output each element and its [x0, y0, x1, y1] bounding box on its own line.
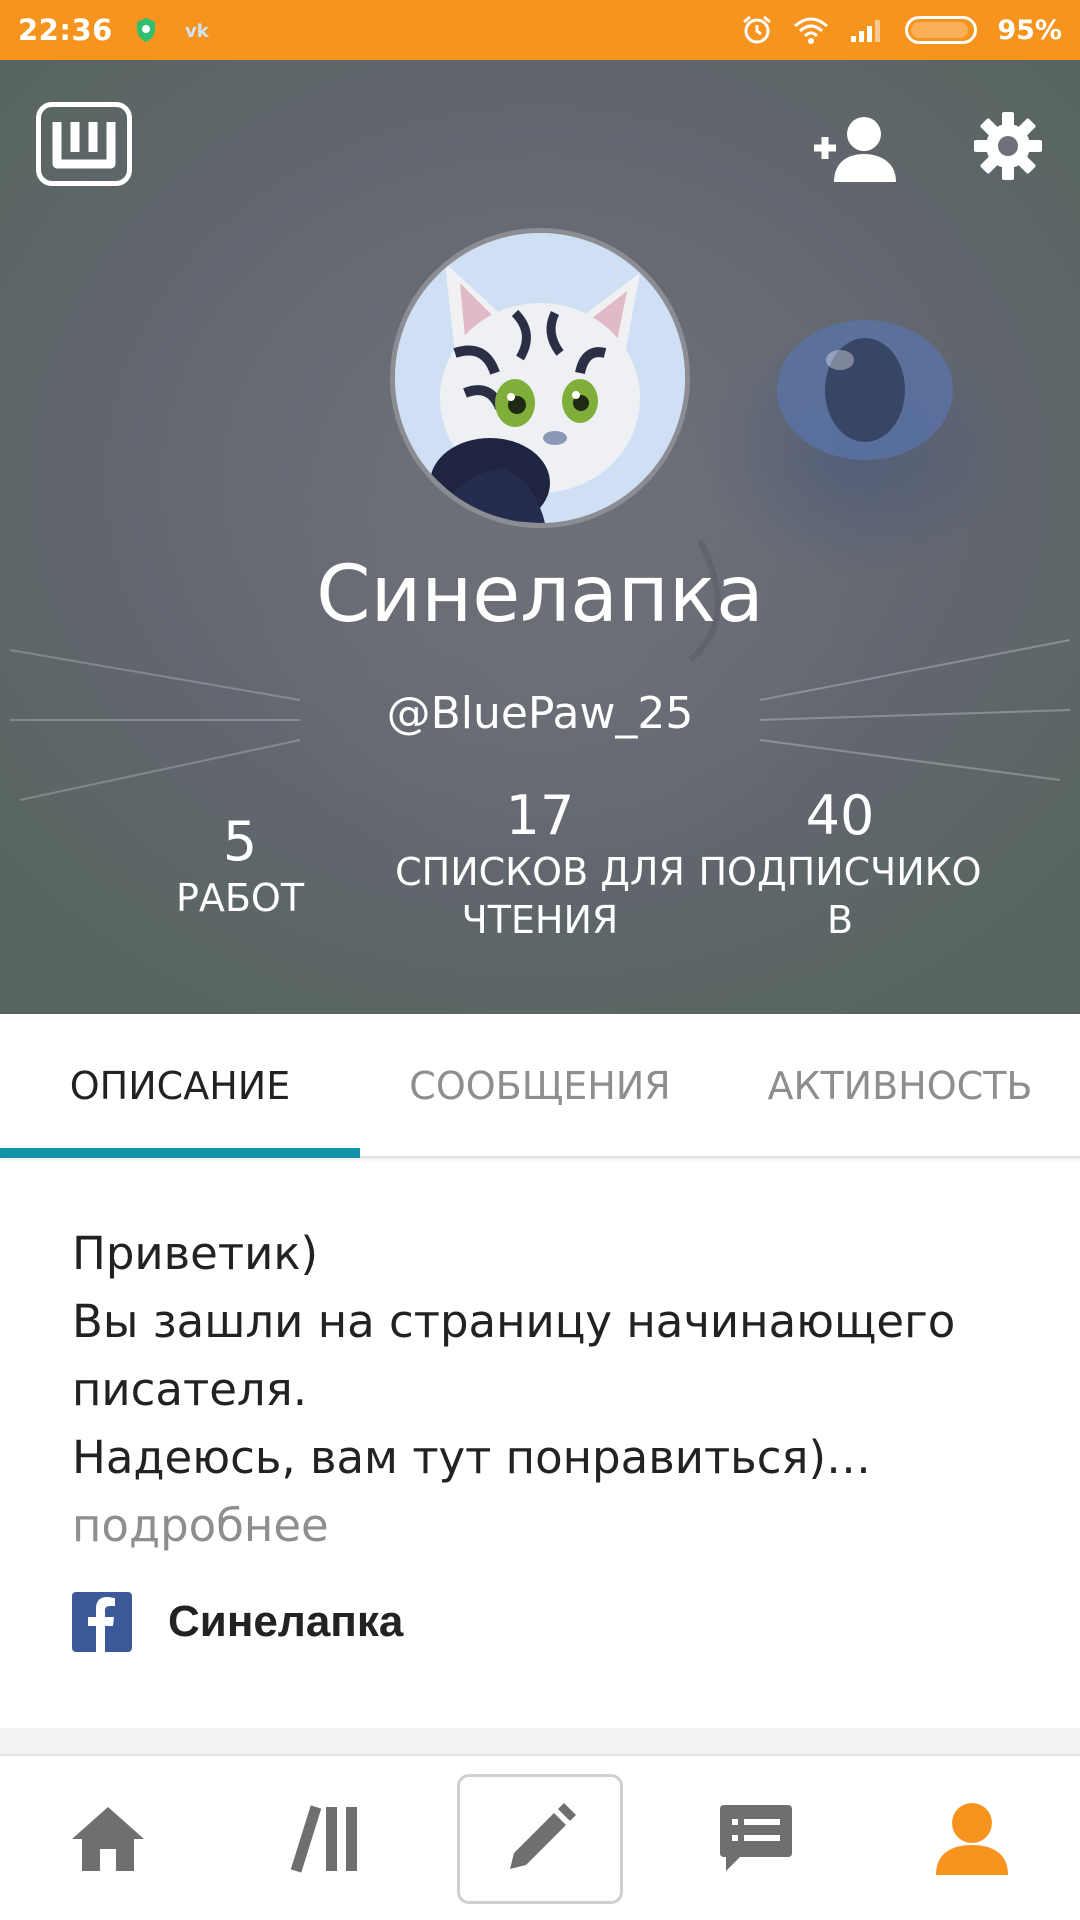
nav-home[interactable] [28, 1774, 188, 1904]
about-line: Надеюсь, вам тут понравиться)… [72, 1431, 872, 1484]
section-divider [0, 1728, 1080, 1754]
profile-stats: 5 РАБОТ 17 СПИСКОВ ДЛЯ ЧТЕНИЯ 40 ПОДПИСЧ… [0, 784, 1080, 990]
tab-messages[interactable]: СООБЩЕНИЯ [360, 1014, 720, 1158]
stat-reading-lists[interactable]: 17 СПИСКОВ ДЛЯ ЧТЕНИЯ [390, 784, 690, 944]
username: @BluePaw_25 [386, 688, 694, 739]
about-line: Приветик) [72, 1227, 319, 1280]
vk-icon: vk [185, 21, 210, 40]
nav-write[interactable] [457, 1774, 623, 1904]
display-name: Синелапка [316, 550, 764, 640]
battery-percent: 95% [997, 14, 1062, 46]
status-notification-icons: vk [135, 17, 211, 43]
stat-label-line-1: СПИСКОВ ДЛЯ [395, 850, 685, 894]
wifi-icon [794, 17, 829, 44]
read-more-link[interactable]: подробнее [72, 1492, 1012, 1560]
stat-value: 17 [505, 784, 575, 847]
home-icon [72, 1807, 144, 1871]
profile-icon [936, 1803, 1008, 1875]
facebook-link[interactable]: Синелапка [72, 1592, 403, 1652]
avatar[interactable] [390, 228, 690, 528]
stat-label-line-2: ЧТЕНИЯ [461, 898, 619, 942]
avatar-image [395, 233, 685, 523]
profile-tabs: ОПИСАНИЕ СООБЩЕНИЯ АКТИВНОСТЬ [0, 1014, 1080, 1158]
battery-icon [905, 16, 978, 44]
tab-activity[interactable]: АКТИВНОСТЬ [720, 1014, 1080, 1158]
tab-indicator [0, 1148, 360, 1158]
stat-value: 5 [222, 810, 258, 873]
bottom-nav [0, 1754, 1080, 1920]
profile-header: Синелапка @BluePaw_25 5 РАБОТ 17 СПИСКОВ… [0, 60, 1080, 1014]
about-section: Приветик) Вы зашли на страницу начинающе… [72, 1220, 1012, 1560]
tab-description[interactable]: ОПИСАНИЕ [0, 1014, 360, 1158]
alarm-icon [743, 15, 772, 44]
gear-icon[interactable] [972, 110, 1044, 182]
stat-label-line-1: ПОДПИСЧИКО [698, 850, 982, 894]
status-time: 22:36 [18, 13, 113, 47]
shield-icon [136, 18, 155, 42]
stat-followers[interactable]: 40 ПОДПИСЧИКО В [690, 784, 990, 944]
stat-label: РАБОТ [175, 876, 305, 920]
facebook-icon [72, 1592, 132, 1652]
wattpad-logo-icon[interactable] [36, 102, 132, 186]
nav-profile[interactable] [892, 1774, 1052, 1904]
signal-icon [851, 20, 881, 42]
facebook-name: Синелапка [168, 1597, 404, 1646]
messages-icon [720, 1805, 792, 1871]
nav-library[interactable] [246, 1774, 406, 1904]
stat-works[interactable]: 5 РАБОТ [90, 810, 390, 922]
status-bar: 22:36 vk 95% [0, 0, 1080, 60]
about-line: Вы зашли на страницу начинающего [72, 1295, 956, 1348]
stat-value: 40 [805, 784, 875, 847]
pencil-icon [510, 1803, 576, 1869]
svg-text:vk: vk [185, 21, 210, 40]
stat-label-line-2: В [826, 898, 854, 942]
library-icon [290, 1805, 357, 1873]
nav-messages[interactable] [676, 1774, 836, 1904]
add-friend-icon[interactable] [810, 110, 904, 190]
about-line: писателя. [72, 1363, 308, 1416]
